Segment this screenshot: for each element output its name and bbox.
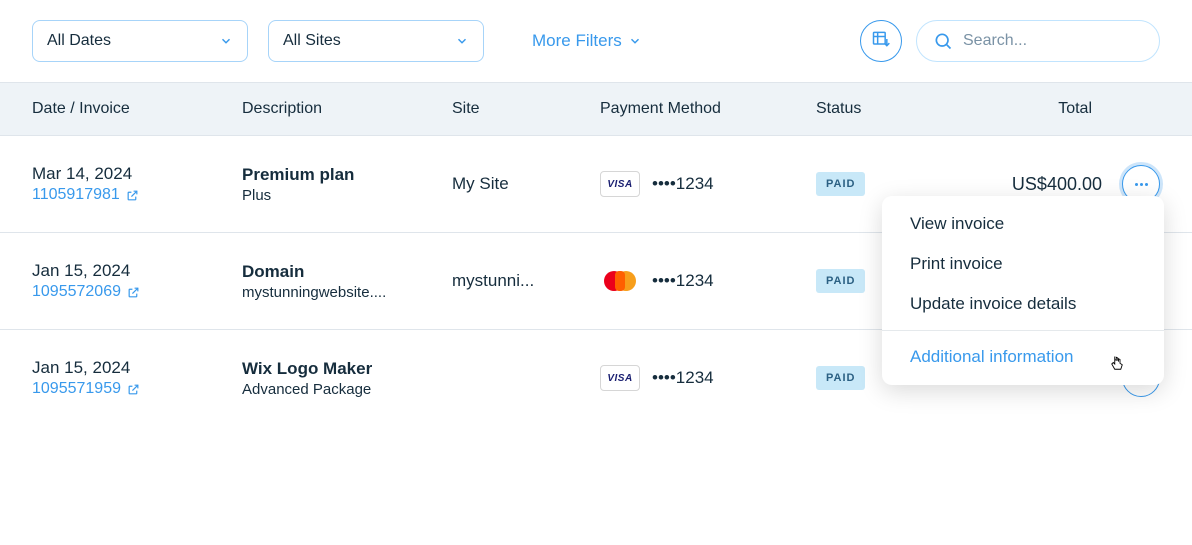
header-date: Date / Invoice xyxy=(32,100,242,118)
chevron-down-icon xyxy=(628,34,642,48)
description-cell: Domain mystunningwebsite.... xyxy=(242,262,452,301)
header-total: Total xyxy=(946,100,1160,118)
description-title: Wix Logo Maker xyxy=(242,359,452,379)
dates-dropdown[interactable]: All Dates xyxy=(32,20,248,62)
menu-divider xyxy=(882,330,1164,331)
menu-view-invoice[interactable]: View invoice xyxy=(882,204,1164,244)
more-icon xyxy=(1135,183,1148,186)
external-link-icon xyxy=(126,189,139,202)
header-desc: Description xyxy=(242,100,452,118)
site-cell: My Site xyxy=(452,174,600,194)
description-sub: Plus xyxy=(242,187,452,204)
toolbar-right xyxy=(860,20,1160,62)
date-text: Jan 15, 2024 xyxy=(32,358,242,378)
description-cell: Wix Logo Maker Advanced Package xyxy=(242,359,452,398)
more-filters-button[interactable]: More Filters xyxy=(532,31,642,51)
header-payment: Payment Method xyxy=(600,100,816,118)
invoice-link[interactable]: 1095571959 xyxy=(32,380,242,398)
invoice-link[interactable]: 1105917981 xyxy=(32,186,242,204)
description-sub: Advanced Package xyxy=(242,381,452,398)
payment-cell: ••••1234 xyxy=(600,268,816,294)
external-link-icon xyxy=(127,286,140,299)
chevron-down-icon xyxy=(219,34,233,48)
dates-dropdown-label: All Dates xyxy=(47,32,111,50)
search-box[interactable] xyxy=(916,20,1160,62)
table-header: Date / Invoice Description Site Payment … xyxy=(0,82,1192,136)
sites-dropdown-label: All Sites xyxy=(283,32,341,50)
menu-additional-info[interactable]: Additional information xyxy=(882,337,1164,377)
menu-update-invoice[interactable]: Update invoice details xyxy=(882,284,1164,324)
card-last4: ••••1234 xyxy=(652,271,714,291)
status-badge: PAID xyxy=(816,172,865,196)
more-filters-label: More Filters xyxy=(532,31,622,51)
total-cell: US$400.00 xyxy=(946,174,1122,195)
status-badge: PAID xyxy=(816,269,865,293)
invoice-id: 1095572069 xyxy=(32,283,121,301)
visa-card-icon: VISA xyxy=(600,365,640,391)
toolbar: All Dates All Sites More Filters xyxy=(0,0,1192,82)
external-link-icon xyxy=(127,383,140,396)
date-text: Mar 14, 2024 xyxy=(32,164,242,184)
row-actions-menu: View invoice Print invoice Update invoic… xyxy=(882,196,1164,385)
card-last4: ••••1234 xyxy=(652,174,714,194)
export-icon xyxy=(871,29,891,53)
header-site: Site xyxy=(452,100,600,118)
menu-print-invoice[interactable]: Print invoice xyxy=(882,244,1164,284)
description-sub: mystunningwebsite.... xyxy=(242,284,452,301)
payment-cell: VISA ••••1234 xyxy=(600,365,816,391)
date-cell: Jan 15, 2024 1095572069 xyxy=(32,261,242,301)
card-last4: ••••1234 xyxy=(652,368,714,388)
payment-cell: VISA ••••1234 xyxy=(600,171,816,197)
invoice-id: 1105917981 xyxy=(32,186,120,204)
date-text: Jan 15, 2024 xyxy=(32,261,242,281)
description-cell: Premium plan Plus xyxy=(242,165,452,204)
date-cell: Mar 14, 2024 1105917981 xyxy=(32,164,242,204)
site-cell: mystunni... xyxy=(452,271,600,291)
date-cell: Jan 15, 2024 1095571959 xyxy=(32,358,242,398)
description-title: Premium plan xyxy=(242,165,452,185)
sites-dropdown[interactable]: All Sites xyxy=(268,20,484,62)
status-cell: PAID xyxy=(816,172,946,196)
search-icon xyxy=(933,31,953,51)
mastercard-icon xyxy=(600,268,640,294)
search-input[interactable] xyxy=(963,32,1143,50)
status-badge: PAID xyxy=(816,366,865,390)
table-row: Mar 14, 2024 1105917981 Premium plan Plu… xyxy=(0,136,1192,233)
export-button[interactable] xyxy=(860,20,902,62)
invoice-id: 1095571959 xyxy=(32,380,121,398)
invoice-link[interactable]: 1095572069 xyxy=(32,283,242,301)
header-status: Status xyxy=(816,100,946,118)
description-title: Domain xyxy=(242,262,452,282)
visa-card-icon: VISA xyxy=(600,171,640,197)
chevron-down-icon xyxy=(455,34,469,48)
